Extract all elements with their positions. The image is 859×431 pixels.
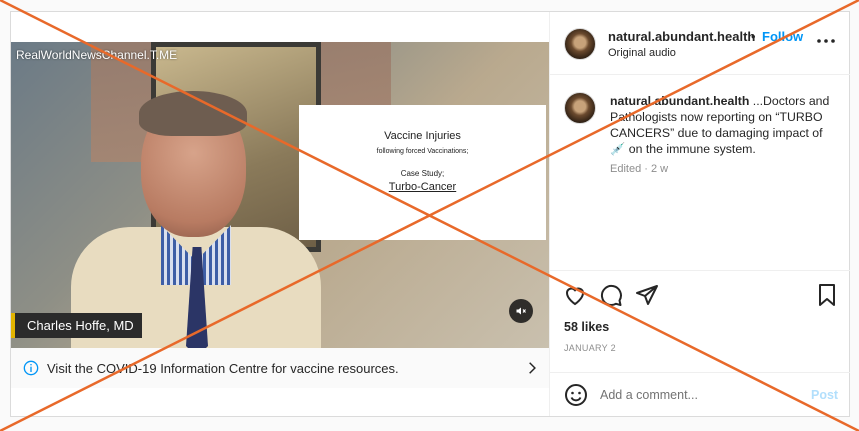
emoji-icon[interactable] — [564, 383, 588, 407]
author-username[interactable]: natural.abundant.health — [608, 29, 755, 44]
separator-dot: • — [751, 29, 756, 44]
caption-meta: Edited · 2 w — [610, 163, 669, 175]
slide-subtitle: following forced Vaccinations; — [376, 148, 469, 155]
mute-button[interactable] — [509, 299, 533, 323]
post-date: JANUARY 2 — [564, 343, 616, 353]
instagram-post: Vaccine Injuries following forced Vaccin… — [10, 11, 850, 417]
video-watermark: RealWorldNewsChannel.T.ME — [16, 48, 178, 62]
more-options-icon[interactable] — [816, 36, 836, 46]
slide-title: Vaccine Injuries — [384, 130, 461, 142]
speaker-muted-icon — [516, 307, 526, 315]
speaker-name-caption: Charles Hoffe, MD — [11, 313, 142, 338]
original-audio-link[interactable]: Original audio — [608, 47, 676, 59]
heart-icon[interactable] — [563, 283, 587, 307]
info-icon — [23, 360, 39, 376]
caption-avatar[interactable] — [564, 92, 596, 124]
divider — [550, 270, 850, 271]
divider — [550, 372, 850, 373]
comment-input[interactable] — [600, 386, 800, 404]
post-video[interactable]: Vaccine Injuries following forced Vaccin… — [11, 42, 549, 348]
follow-button[interactable]: Follow — [762, 29, 803, 44]
speaker-figure — [71, 91, 321, 348]
bookmark-icon[interactable] — [815, 283, 839, 307]
divider — [550, 74, 850, 75]
caption-username[interactable]: natural.abundant.health — [610, 94, 749, 108]
author-avatar[interactable] — [564, 28, 596, 60]
post-caption: natural.abundant.health ...Doctors and P… — [610, 93, 830, 157]
slide-case: Case Study; — [400, 169, 445, 178]
post-comment-button[interactable]: Post — [811, 388, 838, 402]
comment-icon[interactable] — [599, 283, 623, 307]
chevron-right-icon[interactable] — [525, 361, 539, 375]
slide-topic: Turbo-Cancer — [388, 181, 457, 193]
covid-info-banner[interactable]: Visit the COVID-19 Information Centre fo… — [11, 348, 549, 388]
presentation-slide: Vaccine Injuries following forced Vaccin… — [299, 105, 546, 240]
share-icon[interactable] — [635, 283, 659, 307]
likes-count[interactable]: 58 likes — [564, 320, 609, 334]
covid-info-text: Visit the COVID-19 Information Centre fo… — [47, 360, 399, 376]
post-sidebar: natural.abundant.health • Follow Origina… — [549, 12, 850, 416]
